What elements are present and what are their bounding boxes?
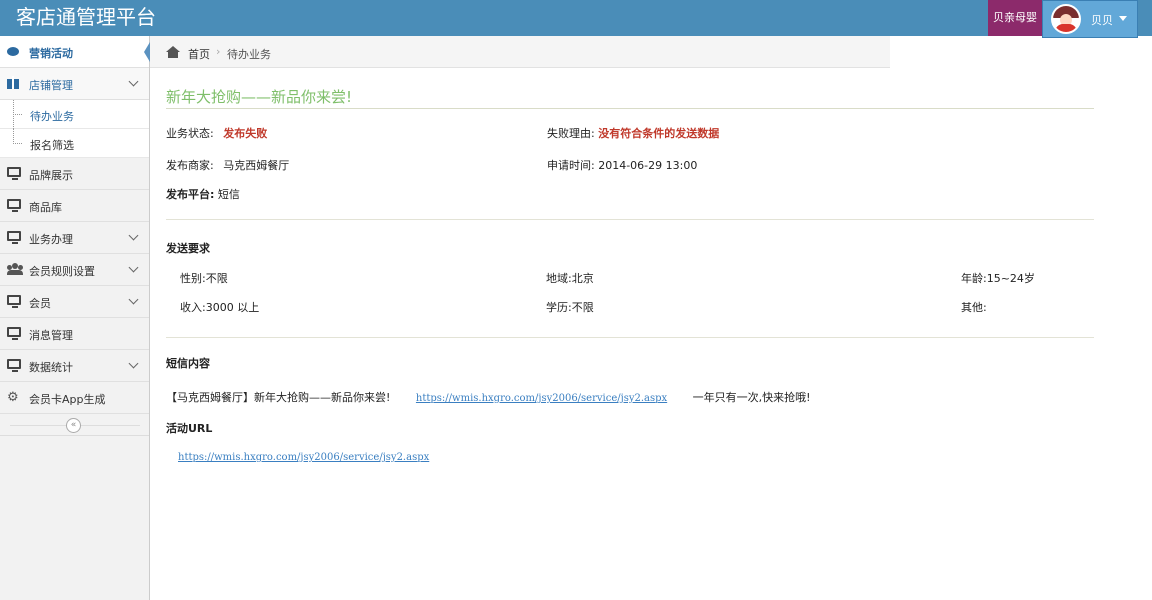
chevron-down-icon — [128, 76, 139, 87]
sidebar-item-card-app[interactable]: ⚙ 会员卡App生成 — [0, 382, 149, 414]
url-heading: 活动URL — [166, 422, 213, 435]
sidebar-item-business[interactable]: 业务办理 — [0, 222, 149, 254]
fail-reason-value: 没有符合条件的发送数据 — [598, 127, 720, 140]
sidebar-item-members[interactable]: 会员 — [0, 286, 149, 318]
activity-url-row: https://wmis.hxgro.com/jsy2006/service/j… — [178, 450, 429, 463]
region-requirement: 地域:北京 — [546, 272, 594, 285]
breadcrumb-home-link[interactable]: 首页 — [188, 46, 210, 62]
chevron-down-icon — [128, 230, 139, 241]
desktop-icon — [7, 327, 22, 341]
page-title: 新年大抢购——新品你来尝! — [166, 88, 353, 106]
home-icon — [166, 46, 180, 58]
desktop-icon — [7, 167, 22, 181]
fail-reason-row: 失败理由: 没有符合条件的发送数据 — [547, 125, 719, 141]
sidebar-item-brand[interactable]: 品牌展示 — [0, 158, 149, 190]
sidebar-item-label: 会员 — [29, 297, 51, 310]
activity-url-link[interactable]: https://wmis.hxgro.com/jsy2006/service/j… — [178, 452, 429, 463]
sms-link[interactable]: https://wmis.hxgro.com/jsy2006/service/j… — [416, 393, 667, 404]
main-content: 新年大抢购——新品你来尝! 业务状态: 发布失败 失败理由: 没有符合条件的发送… — [150, 68, 1152, 600]
sidebar-item-label: 数据统计 — [29, 361, 73, 374]
breadcrumb: 首页 › 待办业务 — [150, 36, 890, 68]
sidebar-item-label: 店铺管理 — [29, 79, 73, 92]
user-name: 贝贝 — [1091, 14, 1113, 27]
sms-prefix: 【马克西姆餐厅】新年大抢购——新品你来尝! — [166, 391, 391, 404]
sidebar-item-label: 会员规则设置 — [29, 265, 95, 278]
status-row: 业务状态: 发布失败 — [166, 125, 267, 141]
sidebar-subitem-label: 报名筛选 — [30, 139, 74, 152]
platform-value: 短信 — [217, 188, 240, 201]
apply-time-value: 2014-06-29 13:00 — [598, 159, 698, 172]
sidebar-item-label: 会员卡App生成 — [29, 393, 106, 406]
sidebar-subitem-label: 待办业务 — [30, 110, 74, 123]
sidebar-subitem-pending[interactable]: 待办业务 — [0, 100, 149, 129]
comments-icon — [7, 45, 22, 59]
sidebar-item-label: 商品库 — [29, 201, 62, 214]
merchant-value: 马克西姆餐厅 — [223, 159, 290, 172]
user-menu[interactable]: 贝贝 — [1042, 0, 1138, 38]
sidebar-item-member-rules[interactable]: 会员规则设置 — [0, 254, 149, 286]
chevron-down-icon — [128, 358, 139, 369]
sidebar-item-statistics[interactable]: 数据统计 — [0, 350, 149, 382]
gear-icon: ⚙ — [7, 390, 19, 405]
sidebar-item-marketing[interactable]: 营销活动 — [0, 36, 150, 68]
other-requirement: 其他: — [961, 301, 987, 314]
title-divider — [166, 108, 1094, 109]
platform-label: 发布平台: — [166, 188, 215, 201]
app-title: 客店通管理平台 — [16, 5, 156, 29]
income-requirement: 收入:3000 以上 — [180, 301, 260, 314]
breadcrumb-current: 待办业务 — [227, 48, 271, 61]
fail-reason-label: 失败理由: — [547, 127, 595, 140]
status-value: 发布失败 — [223, 127, 268, 140]
sidebar-item-messages[interactable]: 消息管理 — [0, 318, 149, 350]
desktop-icon — [7, 199, 22, 213]
status-label: 业务状态: — [166, 127, 214, 140]
sms-content: 【马克西姆餐厅】新年大抢购——新品你来尝! https://wmis.hxgro… — [166, 389, 811, 405]
collapse-sidebar-button[interactable]: « — [66, 418, 81, 433]
requirements-heading: 发送要求 — [166, 242, 210, 255]
merchant-label: 发布商家: — [166, 159, 214, 172]
sms-suffix: 一年只有一次,快来抢哦! — [692, 391, 811, 404]
desktop-icon — [7, 231, 22, 245]
apply-time-label: 申请时间: — [547, 159, 595, 172]
section-divider — [166, 337, 1094, 338]
desktop-icon — [7, 359, 22, 373]
age-requirement: 年龄:15~24岁 — [961, 272, 1035, 285]
chevron-down-icon — [128, 262, 139, 273]
sidebar-item-products[interactable]: 商品库 — [0, 190, 149, 222]
sidebar-subitem-signup-filter[interactable]: 报名筛选 — [0, 129, 149, 158]
chevron-down-icon — [128, 294, 139, 305]
merchant-row: 发布商家: 马克西姆餐厅 — [166, 157, 289, 173]
platform-row: 发布平台: 短信 — [166, 186, 240, 202]
users-icon — [7, 263, 23, 277]
sidebar-item-label: 品牌展示 — [29, 169, 73, 182]
sidebar-item-label: 业务办理 — [29, 233, 73, 246]
breadcrumb-separator: › — [216, 45, 221, 58]
gift-icon — [7, 76, 22, 91]
sidebar-collapse-row: « — [0, 414, 149, 436]
sms-heading: 短信内容 — [166, 357, 210, 370]
sidebar: 营销活动 店铺管理 待办业务 报名筛选 品牌展示 商品库 业务办理 会员规则设置… — [0, 36, 150, 600]
sidebar-item-label: 消息管理 — [29, 329, 73, 342]
apply-time-row: 申请时间: 2014-06-29 13:00 — [547, 157, 697, 173]
education-requirement: 学历:不限 — [546, 301, 594, 314]
desktop-icon — [7, 295, 22, 309]
sidebar-item-label: 营销活动 — [29, 47, 73, 60]
top-bar: 客店通管理平台 贝亲母婴 贝贝 — [0, 0, 1152, 38]
avatar — [1051, 4, 1081, 34]
sidebar-item-store[interactable]: 店铺管理 — [0, 68, 149, 100]
shop-button[interactable]: 贝亲母婴 — [988, 0, 1042, 36]
section-divider — [166, 219, 1094, 220]
caret-down-icon — [1119, 16, 1127, 21]
gender-requirement: 性别:不限 — [180, 272, 228, 285]
